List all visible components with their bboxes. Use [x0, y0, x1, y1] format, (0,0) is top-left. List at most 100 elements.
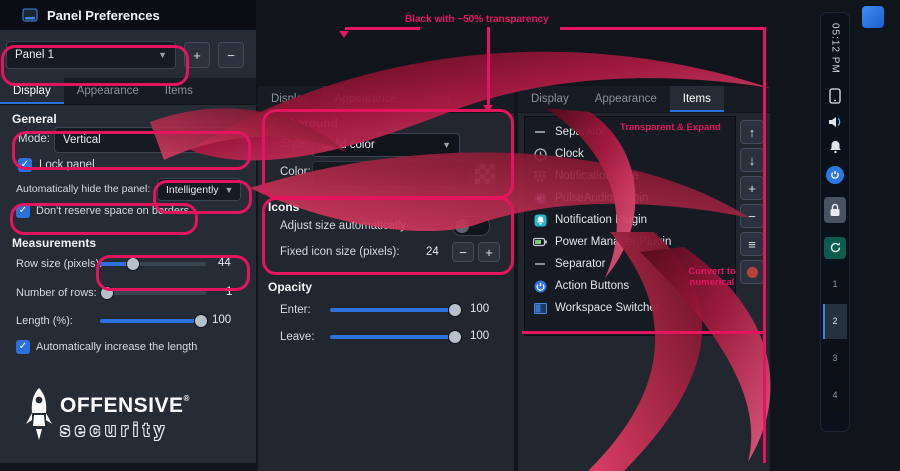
annotation-line	[560, 27, 766, 30]
fixed-size-value: 24	[426, 246, 439, 258]
panel-select[interactable]: Panel 1 ▼	[6, 41, 176, 69]
left-tab-display[interactable]: Display	[0, 78, 64, 104]
enter-opacity-slider[interactable]	[330, 303, 460, 316]
lock-icon[interactable]	[824, 197, 846, 223]
background-color-button[interactable]	[312, 161, 470, 187]
list-item-label: Action Buttons	[555, 280, 629, 292]
autohide-select[interactable]: Intelligently ▼	[157, 178, 241, 201]
adjust-size-toggle[interactable]	[452, 216, 490, 236]
fixed-size-plus-button[interactable]: +	[478, 242, 500, 262]
separator-icon	[533, 257, 547, 271]
item-down-button[interactable]: ↓	[740, 148, 764, 172]
panel-preferences-icon	[22, 7, 38, 23]
middle-tabbar: Display Appearance Items	[258, 86, 514, 113]
offsec-logo-text: OFFENSIVE	[60, 394, 184, 417]
list-item-label: PulseAudio Plugin	[555, 192, 648, 204]
chevron-down-icon: ▼	[218, 135, 227, 145]
kali-menu-icon[interactable]	[862, 6, 884, 28]
row-size-slider[interactable]	[100, 257, 206, 270]
list-item-notification-area[interactable]: Notification Area	[529, 165, 731, 187]
list-item-power-manager[interactable]: Power Manager Plugin	[529, 231, 731, 253]
list-item-label: Workspace Switcher	[555, 302, 660, 314]
screenshot-root: Panel Preferences Panel 1 ▼ + − Display …	[0, 0, 900, 471]
item-remove-button[interactable]: −	[740, 204, 764, 228]
right-tab-items[interactable]: Items	[670, 86, 724, 112]
background-style-value: Solid color	[321, 139, 375, 151]
auto-length-label: Automatically increase the length	[36, 341, 197, 353]
list-item-separator-1[interactable]: Separator	[529, 121, 731, 143]
background-style-select[interactable]: Solid color ▼	[312, 133, 460, 157]
middle-tab-items[interactable]: Items	[410, 86, 464, 112]
list-item-label: Notification Plugin	[555, 214, 647, 226]
leave-opacity-slider[interactable]	[330, 330, 460, 343]
rows-slider[interactable]	[100, 286, 206, 299]
power-button-icon	[533, 279, 547, 293]
mode-select-value: Vertical	[63, 134, 101, 146]
annotation-arrow	[339, 31, 349, 38]
workspace-button-3[interactable]: 3	[823, 341, 847, 376]
general-heading: General	[12, 112, 57, 126]
auto-length-checkbox[interactable]: ✓	[16, 340, 30, 354]
left-tab-items[interactable]: Items	[152, 78, 206, 104]
lock-panel-label: Lock panel	[39, 159, 95, 171]
panel-clock[interactable]: 05:12 PM	[830, 23, 841, 74]
separator-icon	[533, 125, 547, 139]
item-edit-button[interactable]: ≡	[740, 232, 764, 256]
panel-select-value: Panel 1	[15, 49, 54, 61]
window-title: Panel Preferences	[47, 8, 160, 23]
row-size-value: 44	[218, 257, 231, 269]
right-tab-display[interactable]: Display	[518, 86, 582, 112]
clock-icon	[533, 147, 547, 161]
reserve-space-checkbox[interactable]: ✓	[16, 204, 30, 218]
item-add-button[interactable]: +	[740, 176, 764, 200]
notifications-bell-icon[interactable]	[829, 140, 842, 154]
about-circle-icon	[747, 267, 758, 278]
item-about-button[interactable]	[740, 260, 764, 284]
left-tab-appearance[interactable]: Appearance	[64, 78, 152, 104]
right-tab-appearance[interactable]: Appearance	[582, 86, 670, 112]
list-item-workspace-switcher[interactable]: Workspace Switcher	[529, 297, 731, 319]
workspace-button-2[interactable]: 2	[823, 304, 847, 339]
middle-tab-display[interactable]: Display	[258, 86, 322, 112]
middle-tab-appearance[interactable]: Appearance	[322, 86, 410, 112]
length-slider[interactable]	[100, 314, 206, 327]
lock-panel-checkbox[interactable]: ✓	[18, 158, 32, 172]
remove-panel-button[interactable]: −	[218, 42, 244, 68]
list-item-label: Clock	[555, 148, 584, 160]
display-icon[interactable]	[829, 88, 841, 104]
refresh-icon[interactable]	[824, 237, 846, 259]
chevron-down-icon: ▼	[225, 185, 234, 195]
style-label: Style:	[280, 138, 309, 150]
mode-select[interactable]: Vertical ▼	[54, 127, 236, 153]
power-manager-icon[interactable]	[826, 166, 844, 184]
reserve-space-label: Don't reserve space on borders	[36, 205, 189, 217]
fixed-size-minus-button[interactable]: −	[452, 242, 474, 262]
list-item-label: Notification Area	[555, 170, 639, 182]
list-item-separator-2[interactable]: Separator	[529, 253, 731, 275]
kali-vertical-panel: 05:12 PM 1 2 3 4	[820, 12, 850, 432]
rows-value: 1	[226, 286, 232, 298]
items-pane: Display Appearance Items Separator Clock…	[518, 86, 770, 471]
list-item-clock[interactable]: Clock	[529, 143, 731, 165]
enter-opacity-value: 100	[470, 303, 489, 315]
offsec-rocket-icon	[24, 386, 54, 446]
volume-icon[interactable]	[828, 116, 842, 128]
notification-area-icon	[533, 169, 547, 183]
adjust-size-label: Adjust size automatically	[280, 220, 406, 232]
enter-label: Enter:	[280, 304, 311, 316]
list-item-notification-plugin[interactable]: Notification Plugin	[529, 209, 731, 231]
battery-icon	[533, 235, 547, 249]
workspace-button-4[interactable]: 4	[823, 378, 847, 413]
list-item-action-buttons[interactable]: Action Buttons	[529, 275, 731, 297]
list-item-pulseaudio[interactable]: PulseAudio Plugin	[529, 187, 731, 209]
length-label: Length (%):	[16, 315, 73, 327]
left-tabbar: Display Appearance Items	[0, 78, 256, 105]
workspace-button-1[interactable]: 1	[823, 267, 847, 302]
list-item-label: Separator	[555, 126, 606, 138]
transparency-swatch[interactable]	[474, 163, 496, 185]
row-size-label: Row size (pixels):	[16, 258, 102, 270]
opacity-heading: Opacity	[268, 280, 312, 294]
item-up-button[interactable]: ↑	[740, 120, 764, 144]
leave-label: Leave:	[280, 331, 315, 343]
add-panel-button[interactable]: +	[184, 42, 210, 68]
